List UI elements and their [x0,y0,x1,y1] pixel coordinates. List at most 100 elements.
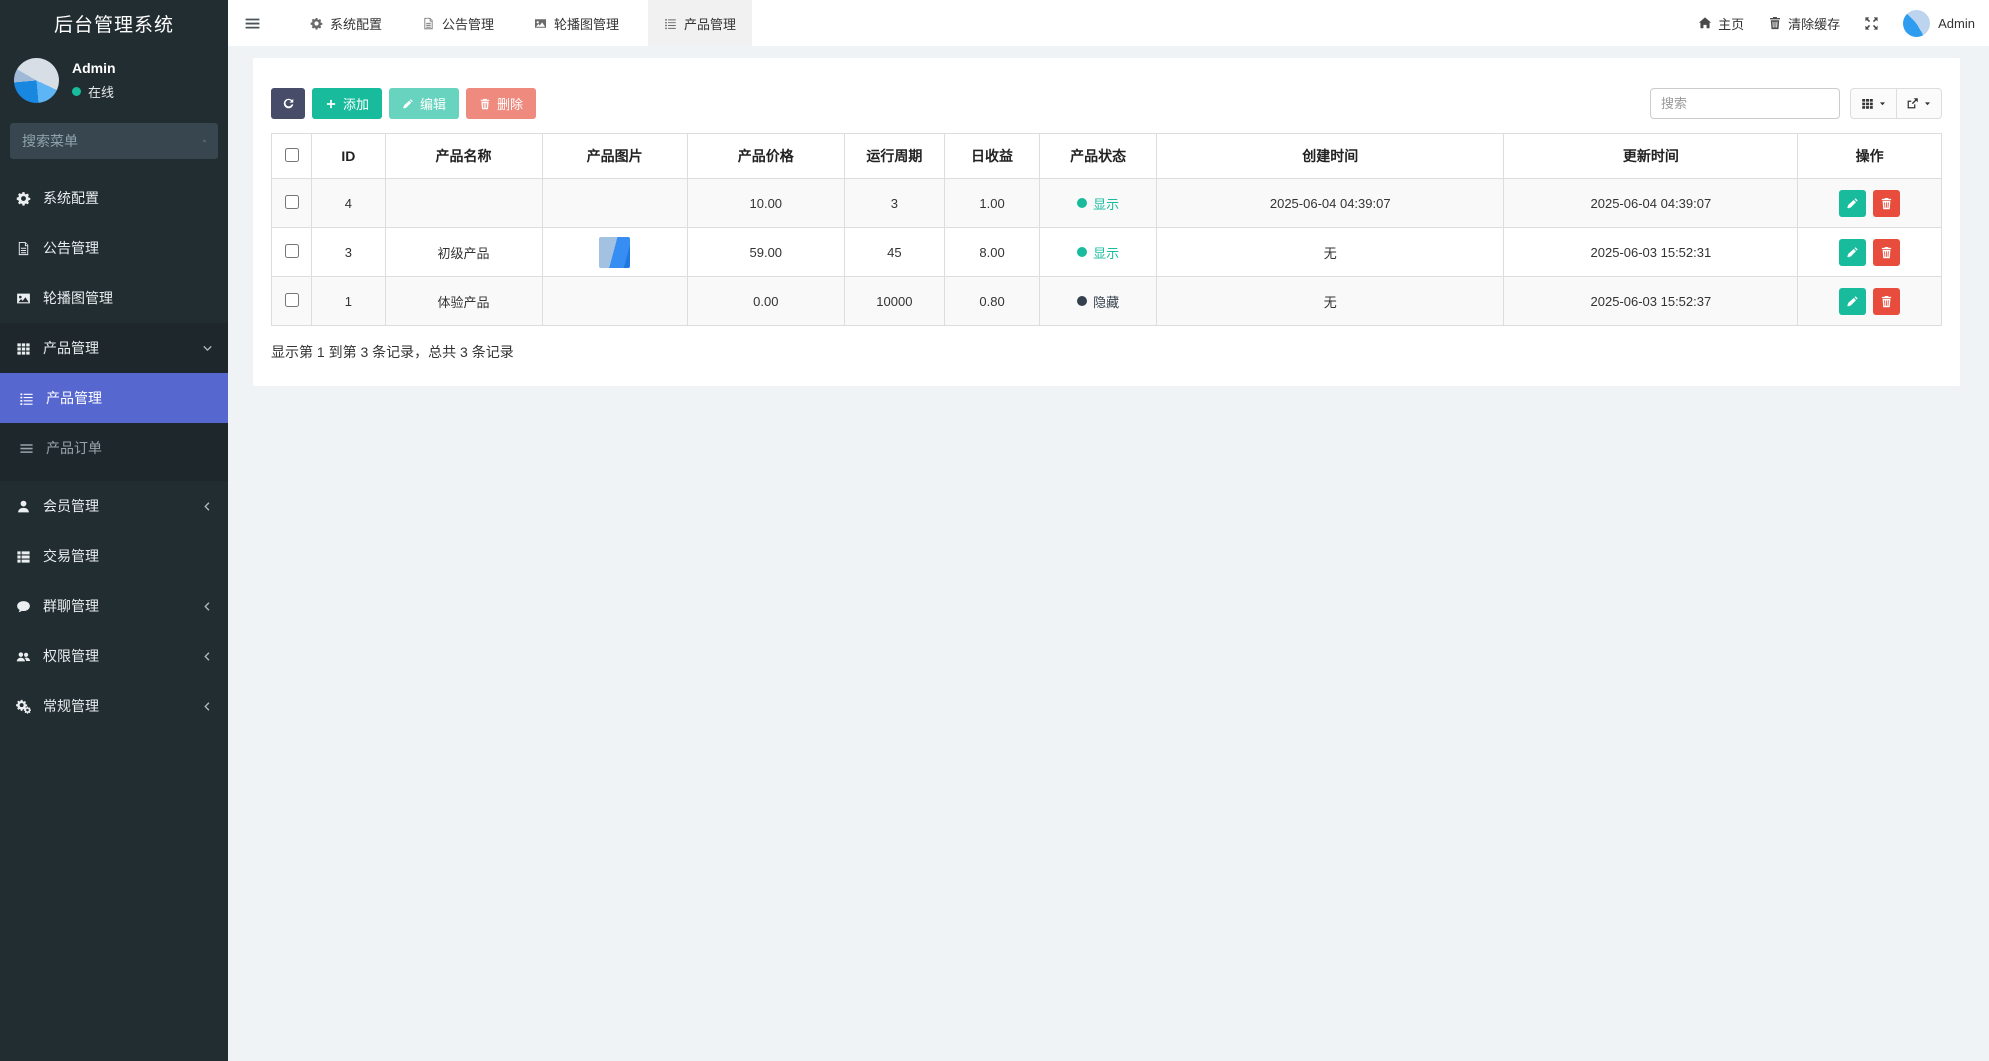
menu-search-input[interactable] [22,133,203,149]
avatar [14,58,59,103]
cell-name [385,179,542,228]
cell-created: 无 [1157,228,1504,277]
cell-period: 10000 [844,277,944,326]
cell-period: 45 [844,228,944,277]
refresh-button[interactable] [271,88,305,119]
sidebar-item-permissions[interactable]: 权限管理 [0,631,228,681]
table-options-group [1850,88,1942,119]
sidebar-menu: 系统配置 公告管理 轮播图管理 产品管理 产品管理 产品订单 [0,173,228,1061]
fullscreen-icon[interactable] [1864,16,1879,31]
tab-product-management[interactable]: 产品管理 [648,0,752,46]
sidebar-item-system-config[interactable]: 系统配置 [0,173,228,223]
cogs-icon [15,699,32,714]
tab-system-config[interactable]: 系统配置 [299,0,393,46]
add-button[interactable]: 添加 [312,88,382,119]
home-link[interactable]: 主页 [1698,14,1744,33]
cell-operations [1798,179,1942,228]
column-header-created: 创建时间 [1157,134,1504,179]
content-area: 添加 编辑 删除 [228,46,1989,1061]
plus-icon [325,98,337,110]
sidebar-group-product: 产品管理 产品管理 产品订单 [0,323,228,481]
sidebar: 后台管理系统 Admin 在线 系统配置 公告管理 轮播图管理 [0,0,228,1061]
column-header-price: 产品价格 [687,134,844,179]
caret-down-icon [1878,99,1887,108]
sidebar-item-transactions[interactable]: 交易管理 [0,531,228,581]
cell-price: 0.00 [687,277,844,326]
cell-created: 2025-06-04 04:39:07 [1157,179,1504,228]
sidebar-item-announcement[interactable]: 公告管理 [0,223,228,273]
gear-icon [15,191,32,206]
chevron-down-icon [202,343,213,354]
cell-name: 体验产品 [385,277,542,326]
cell-updated: 2025-06-03 15:52:37 [1504,277,1798,326]
edit-row-button[interactable] [1839,239,1866,266]
edit-row-button[interactable] [1839,190,1866,217]
status-badge: 隐藏 [1077,292,1119,311]
chevron-left-icon [202,651,213,662]
users-icon [15,649,32,664]
row-checkbox[interactable] [285,244,299,258]
cell-id: 4 [312,179,385,228]
hamburger-menu-icon[interactable] [228,15,276,32]
column-header-status: 产品状态 [1040,134,1157,179]
cell-daily-income: 0.80 [944,277,1039,326]
select-all-checkbox[interactable] [285,148,299,162]
grid-icon [15,341,32,356]
clear-cache-link[interactable]: 清除缓存 [1768,14,1840,33]
trash-icon [1880,197,1893,210]
user-icon [15,499,32,514]
record-summary: 显示第 1 到第 3 条记录，总共 3 条记录 [271,342,1942,362]
column-header-image: 产品图片 [542,134,687,179]
tab-carousel[interactable]: 轮播图管理 [523,0,630,46]
edit-button[interactable]: 编辑 [389,88,459,119]
refresh-icon [282,97,295,110]
search-input[interactable] [1650,88,1840,119]
topbar: 系统配置 公告管理 轮播图管理 产品管理 主页 清除缓存 [228,0,1989,46]
sidebar-user-panel: Admin 在线 [0,46,228,119]
trash-icon [1880,246,1893,259]
cell-operations [1798,228,1942,277]
columns-dropdown-button[interactable] [1850,88,1896,119]
trash-icon [1768,16,1782,30]
topbar-user-menu[interactable]: Admin [1903,10,1975,37]
app-title: 后台管理系统 [0,0,228,46]
delete-row-button[interactable] [1873,239,1900,266]
bars-icon [18,441,35,456]
cell-id: 3 [312,228,385,277]
status-dot-icon [1077,198,1087,208]
caret-down-icon [1923,99,1932,108]
sidebar-item-group-chat[interactable]: 群聊管理 [0,581,228,631]
sidebar-item-members[interactable]: 会员管理 [0,481,228,531]
sidebar-item-product-management[interactable]: 产品管理 [0,323,228,373]
sidebar-item-general[interactable]: 常规管理 [0,681,228,731]
table-row: 3 初级产品 59.00 45 8.00 显示 无 2025-06-03 15:… [272,228,1942,277]
user-name: Admin [72,60,116,76]
row-checkbox[interactable] [285,293,299,307]
sidebar-subitem-product-orders[interactable]: 产品订单 [0,423,228,473]
gear-icon [310,17,323,30]
cell-image [542,228,687,277]
topbar-right: 主页 清除缓存 Admin [1698,10,1989,37]
sidebar-item-carousel[interactable]: 轮播图管理 [0,273,228,323]
delete-row-button[interactable] [1873,288,1900,315]
row-checkbox[interactable] [285,195,299,209]
product-image[interactable] [599,237,630,268]
column-header-id: ID [312,134,385,179]
table-row: 1 体验产品 0.00 10000 0.80 隐藏 无 2025-06-03 1… [272,277,1942,326]
online-dot-icon [72,87,81,96]
cell-image [542,277,687,326]
export-dropdown-button[interactable] [1896,88,1942,119]
delete-row-button[interactable] [1873,190,1900,217]
column-header-operations: 操作 [1798,134,1942,179]
chevron-left-icon [202,501,213,512]
topbar-tabs: 系统配置 公告管理 轮播图管理 产品管理 [299,0,752,46]
cell-price: 59.00 [687,228,844,277]
status-badge: 显示 [1077,243,1119,262]
delete-button[interactable]: 删除 [466,88,536,119]
tab-announcement[interactable]: 公告管理 [411,0,505,46]
edit-row-button[interactable] [1839,288,1866,315]
export-icon [1906,97,1919,110]
cell-period: 3 [844,179,944,228]
header-checkbox-cell [272,134,312,179]
sidebar-subitem-product-management[interactable]: 产品管理 [0,373,228,423]
